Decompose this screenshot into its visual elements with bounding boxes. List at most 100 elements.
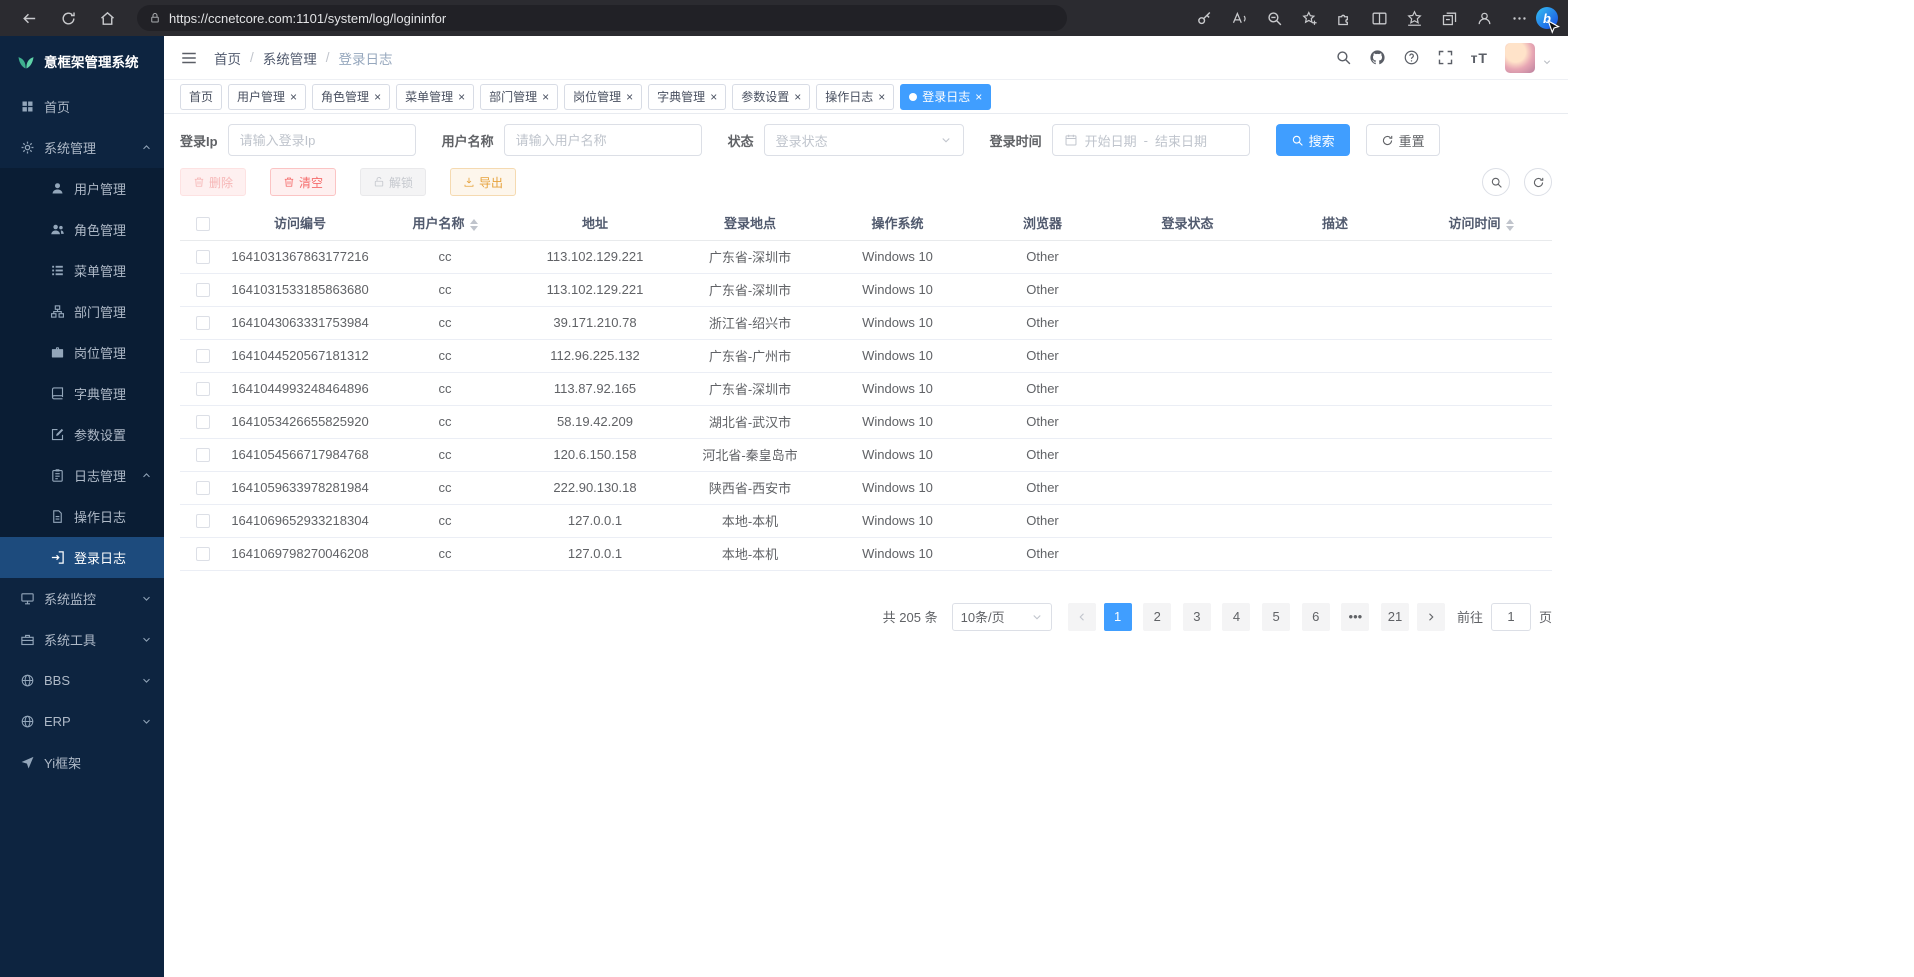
sort-icon[interactable] <box>1506 219 1514 231</box>
sidebar-item[interactable]: 部门管理 <box>0 291 164 332</box>
avatar-dropdown-caret-icon[interactable] <box>1542 57 1552 67</box>
cell-access-time <box>1410 306 1552 339</box>
copilot-button[interactable]: b <box>1536 7 1558 29</box>
date-range-picker[interactable]: 开始日期 - 结束日期 <box>1052 124 1250 156</box>
next-page-button[interactable] <box>1417 603 1445 631</box>
table-row[interactable]: 1641069652933218304 cc 127.0.0.1 本地-本机 W… <box>180 504 1552 537</box>
page-tab[interactable]: 参数设置 × <box>732 84 810 110</box>
sidebar-item[interactable]: 角色管理 <box>0 209 164 250</box>
browser-back-icon[interactable] <box>21 10 38 27</box>
toggle-search-button[interactable] <box>1482 168 1510 196</box>
unlock-button[interactable]: 解锁 <box>360 168 426 196</box>
table-row[interactable]: 1641069798270046208 cc 127.0.0.1 本地-本机 W… <box>180 537 1552 570</box>
sidebar-item[interactable]: 日志管理 <box>0 455 164 496</box>
select-all-checkbox[interactable] <box>196 217 210 231</box>
user-avatar[interactable] <box>1505 43 1535 73</box>
tab-close-icon[interactable]: × <box>374 91 381 103</box>
prev-page-button[interactable] <box>1068 603 1096 631</box>
sidebar-item[interactable]: 登录日志 <box>0 537 164 578</box>
row-checkbox[interactable] <box>196 316 210 330</box>
clear-button[interactable]: 清空 <box>270 168 336 196</box>
sidebar-item[interactable]: 系统管理 <box>0 127 164 168</box>
page-tab[interactable]: 角色管理 × <box>312 84 390 110</box>
page-number-button[interactable]: 3 <box>1183 603 1211 631</box>
font-size-icon[interactable]: тT <box>1471 50 1488 66</box>
app-logo[interactable]: 意框架管理系统 <box>0 36 164 86</box>
tab-close-icon[interactable]: × <box>794 91 801 103</box>
sort-icon[interactable] <box>470 219 478 231</box>
sidebar-item[interactable]: 字典管理 <box>0 373 164 414</box>
sidebar-item[interactable]: 参数设置 <box>0 414 164 455</box>
table-row[interactable]: 1641059633978281984 cc 222.90.130.18 陕西省… <box>180 471 1552 504</box>
page-number-button[interactable]: 21 <box>1381 603 1409 631</box>
delete-button[interactable]: 删除 <box>180 168 246 196</box>
login-ip-input[interactable] <box>228 124 416 156</box>
table-row[interactable]: 1641031533185863680 cc 113.102.129.221 广… <box>180 273 1552 306</box>
search-button[interactable]: 搜索 <box>1276 124 1350 156</box>
sidebar-item[interactable]: ERP <box>0 701 164 742</box>
row-checkbox[interactable] <box>196 250 210 264</box>
table-row[interactable]: 1641043063331753984 cc 39.171.210.78 浙江省… <box>180 306 1552 339</box>
search-icon[interactable] <box>1335 49 1352 66</box>
tab-close-icon[interactable]: × <box>975 91 982 103</box>
page-number-button[interactable]: 5 <box>1262 603 1290 631</box>
sidebar-item[interactable]: 操作日志 <box>0 496 164 537</box>
sidebar-item[interactable]: BBS <box>0 660 164 701</box>
row-checkbox[interactable] <box>196 349 210 363</box>
breadcrumb-system[interactable]: 系统管理 <box>263 48 317 68</box>
table-row[interactable]: 1641044520567181312 cc 112.96.225.132 广东… <box>180 339 1552 372</box>
page-number-button[interactable]: 6 <box>1302 603 1330 631</box>
table-row[interactable]: 1641053426655825920 cc 58.19.42.209 湖北省-… <box>180 405 1552 438</box>
browser-refresh-icon[interactable] <box>60 10 77 27</box>
page-tab[interactable]: 首页 <box>180 84 222 110</box>
row-checkbox[interactable] <box>196 283 210 297</box>
page-tab[interactable]: 菜单管理 × <box>396 84 474 110</box>
row-checkbox[interactable] <box>196 547 210 561</box>
table-row[interactable]: 1641044993248464896 cc 113.87.92.165 广东省… <box>180 372 1552 405</box>
tab-close-icon[interactable]: × <box>710 91 717 103</box>
sidebar-item[interactable]: 用户管理 <box>0 168 164 209</box>
page-size-select[interactable]: 10条/页 <box>952 603 1052 631</box>
page-tab[interactable]: 字典管理 × <box>648 84 726 110</box>
table-row[interactable]: 1641031367863177216 cc 113.102.129.221 广… <box>180 240 1552 273</box>
breadcrumb-home[interactable]: 首页 <box>214 48 241 68</box>
row-checkbox[interactable] <box>196 481 210 495</box>
tab-close-icon[interactable]: × <box>542 91 549 103</box>
row-checkbox[interactable] <box>196 415 210 429</box>
help-icon[interactable] <box>1403 49 1420 66</box>
sidebar-item[interactable]: 系统监控 <box>0 578 164 619</box>
row-checkbox[interactable] <box>196 382 210 396</box>
sidebar-item[interactable]: 菜单管理 <box>0 250 164 291</box>
sidebar-item[interactable]: 首页 <box>0 86 164 127</box>
sidebar-item[interactable]: 岗位管理 <box>0 332 164 373</box>
page-number-button[interactable]: 4 <box>1222 603 1250 631</box>
tab-close-icon[interactable]: × <box>626 91 633 103</box>
page-number-button[interactable]: 2 <box>1143 603 1171 631</box>
table-row[interactable]: 1641054566717984768 cc 120.6.150.158 河北省… <box>180 438 1552 471</box>
github-icon[interactable] <box>1369 49 1386 66</box>
sidebar-item[interactable]: 系统工具 <box>0 619 164 660</box>
page-number-button[interactable]: 1 <box>1104 603 1132 631</box>
browser-home-icon[interactable] <box>99 10 116 27</box>
export-button[interactable]: 导出 <box>450 168 516 196</box>
page-tab[interactable]: 岗位管理 × <box>564 84 642 110</box>
row-checkbox[interactable] <box>196 514 210 528</box>
page-tab[interactable]: 用户管理 × <box>228 84 306 110</box>
tab-close-icon[interactable]: × <box>878 91 885 103</box>
page-tab[interactable]: 登录日志 × <box>900 84 991 110</box>
refresh-table-button[interactable] <box>1524 168 1552 196</box>
tab-close-icon[interactable]: × <box>458 91 465 103</box>
sidebar-item[interactable]: Yi框架 <box>0 742 164 783</box>
reset-button[interactable]: 重置 <box>1366 124 1440 156</box>
address-bar[interactable]: https://ccnetcore.com:1101/system/log/lo… <box>137 5 1067 31</box>
page-tab[interactable]: 部门管理 × <box>480 84 558 110</box>
page-number-button[interactable]: ••• <box>1341 603 1369 631</box>
row-checkbox[interactable] <box>196 448 210 462</box>
fullscreen-icon[interactable] <box>1437 49 1454 66</box>
user-name-input[interactable] <box>504 124 702 156</box>
status-select[interactable]: 登录状态 <box>764 124 964 156</box>
sidebar-collapse-icon[interactable] <box>180 49 198 67</box>
goto-page-input[interactable] <box>1491 603 1531 631</box>
page-tab[interactable]: 操作日志 × <box>816 84 894 110</box>
tab-close-icon[interactable]: × <box>290 91 297 103</box>
